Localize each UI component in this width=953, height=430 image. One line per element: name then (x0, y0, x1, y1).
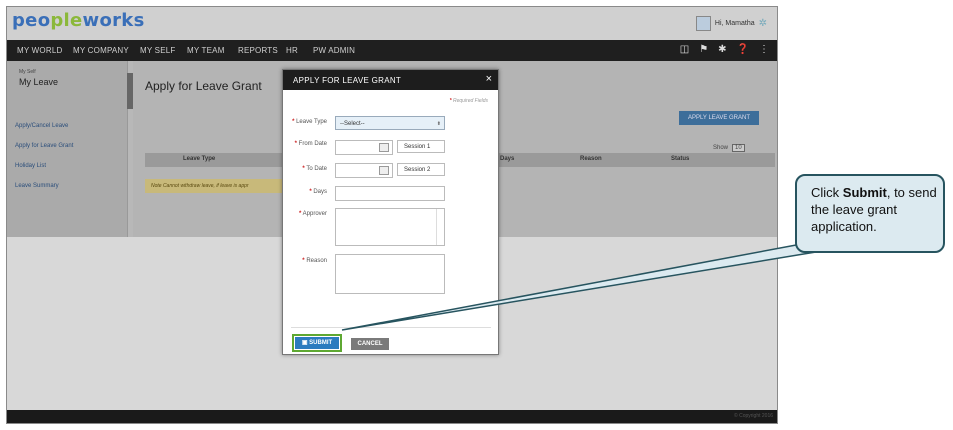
instruction-callout: Click Submit, to send the leave grant ap… (795, 174, 945, 253)
callout-text: Click Submit, to send the leave grant ap… (811, 185, 937, 234)
